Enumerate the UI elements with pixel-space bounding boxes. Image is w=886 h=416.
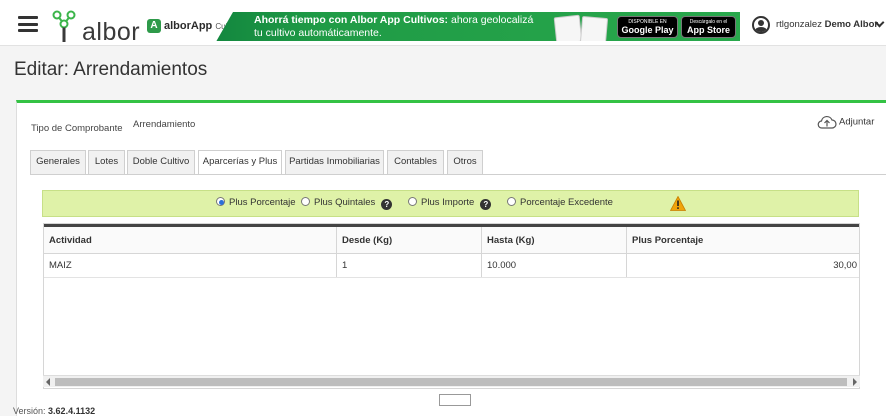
adjuntar-label: Adjuntar (839, 116, 875, 128)
top-bar: albor A alborApp Cultivos Ahorrá tiempo … (0, 0, 886, 46)
hamburger-menu-icon[interactable] (18, 16, 38, 32)
warning-icon[interactable] (670, 196, 686, 211)
radio-porcentaje-excedente[interactable] (507, 197, 516, 206)
banner-headline-bold: Ahorrá tiempo con Albor App Cultivos: (254, 14, 449, 26)
horizontal-scrollbar[interactable] (43, 375, 860, 387)
tab-lotes[interactable]: Lotes (88, 150, 125, 174)
cell-plus-porcentaje[interactable]: 30,00 (627, 254, 859, 277)
page-number-input[interactable] (439, 394, 471, 406)
page-title: Editar: Arrendamientos (14, 59, 208, 80)
grid-header: Actividad Desde (Kg) Hasta (Kg) Plus Por… (44, 224, 859, 254)
option-plus-quintales-label: Plus Quintales (314, 197, 376, 208)
column-header-hasta[interactable]: Hasta (Kg) (482, 227, 627, 253)
promo-banner[interactable]: A alborApp Cultivos Ahorrá tiempo con Al… (141, 12, 740, 41)
tab-contables[interactable]: Contables (387, 150, 444, 174)
radio-plus-porcentaje[interactable] (216, 197, 225, 206)
version-label: Versión: (13, 406, 46, 416)
cell-desde[interactable]: 1 (337, 254, 482, 277)
adjuntar-button[interactable]: Adjuntar (817, 115, 874, 129)
plus-options-bar: Plus Porcentaje Plus Quintales? Plus Imp… (42, 190, 859, 217)
table-row[interactable]: MAIZ 1 10.000 30,00 (44, 254, 859, 278)
tab-doble-cultivo[interactable]: Doble Cultivo (127, 150, 195, 174)
cell-actividad[interactable]: MAIZ (44, 254, 337, 277)
column-header-actividad[interactable]: Actividad (44, 227, 337, 253)
tab-generales[interactable]: Generales (30, 150, 86, 174)
plus-grid: Actividad Desde (Kg) Hasta (Kg) Plus Por… (43, 223, 860, 389)
user-company: Demo Albor (824, 19, 879, 30)
scroll-left-icon[interactable] (46, 378, 50, 386)
alborapp-icon: A (147, 19, 161, 33)
user-avatar-icon (752, 16, 770, 34)
logo-text[interactable]: albor (82, 18, 140, 47)
help-icon[interactable]: ? (381, 199, 393, 210)
tab-aparcerias-y-plus[interactable]: Aparcerías y Plus (198, 150, 282, 175)
banner-app-sub: Cultivos (215, 22, 244, 31)
radio-plus-quintales[interactable] (301, 197, 310, 206)
option-plus-quintales[interactable]: Plus Quintales? (301, 197, 393, 210)
tipo-comprobante-value: Arrendamiento (133, 119, 196, 130)
edit-panel: Tipo de Comprobante Arrendamiento Adjunt… (16, 100, 886, 416)
option-plus-porcentaje[interactable]: Plus Porcentaje (216, 197, 296, 208)
option-plus-porcentaje-label: Plus Porcentaje (229, 197, 296, 208)
grid-pager (43, 393, 860, 407)
scroll-right-icon[interactable] (853, 378, 857, 386)
phone-mockup-icon (551, 14, 611, 41)
banner-headline: Ahorrá tiempo con Albor App Cultivos: ah… (254, 14, 544, 40)
column-header-desde[interactable]: Desde (Kg) (337, 227, 482, 253)
radio-plus-importe[interactable] (408, 197, 417, 206)
tab-partidas-inmobiliarias[interactable]: Partidas Inmobiliarias (285, 150, 384, 174)
cloud-upload-icon (817, 115, 837, 129)
albor-logo-icon (52, 10, 76, 42)
option-porcentaje-excedente-label: Porcentaje Excedente (520, 197, 613, 208)
app-store-button[interactable]: Descárgalo en el App Store (681, 16, 736, 38)
tab-divider (30, 174, 886, 175)
google-play-label: Google Play (621, 25, 674, 35)
footer-version: Versión: 3.62.4.1132 (13, 406, 95, 416)
user-name: rtlgonzalez Demo Albor (776, 19, 878, 30)
column-header-plus-porcentaje[interactable]: Plus Porcentaje (627, 227, 859, 253)
version-number: 3.62.4.1132 (48, 406, 96, 416)
tipo-comprobante-label: Tipo de Comprobante (31, 123, 123, 134)
option-plus-importe-label: Plus Importe (421, 197, 475, 208)
banner-app-name: alborApp (164, 20, 213, 32)
banner-app-brand: A alborApp Cultivos (141, 12, 233, 41)
tab-otros[interactable]: Otros (447, 150, 483, 174)
google-play-button[interactable]: DISPONIBLE EN Google Play (617, 16, 678, 38)
option-plus-importe[interactable]: Plus Importe? (408, 197, 492, 210)
option-porcentaje-excedente[interactable]: Porcentaje Excedente (507, 197, 613, 208)
user-login: rtlgonzalez (776, 19, 822, 30)
scrollbar-thumb[interactable] (55, 378, 847, 386)
help-icon[interactable]: ? (480, 199, 492, 210)
cell-hasta[interactable]: 10.000 (482, 254, 627, 277)
app-store-label: App Store (686, 25, 730, 35)
